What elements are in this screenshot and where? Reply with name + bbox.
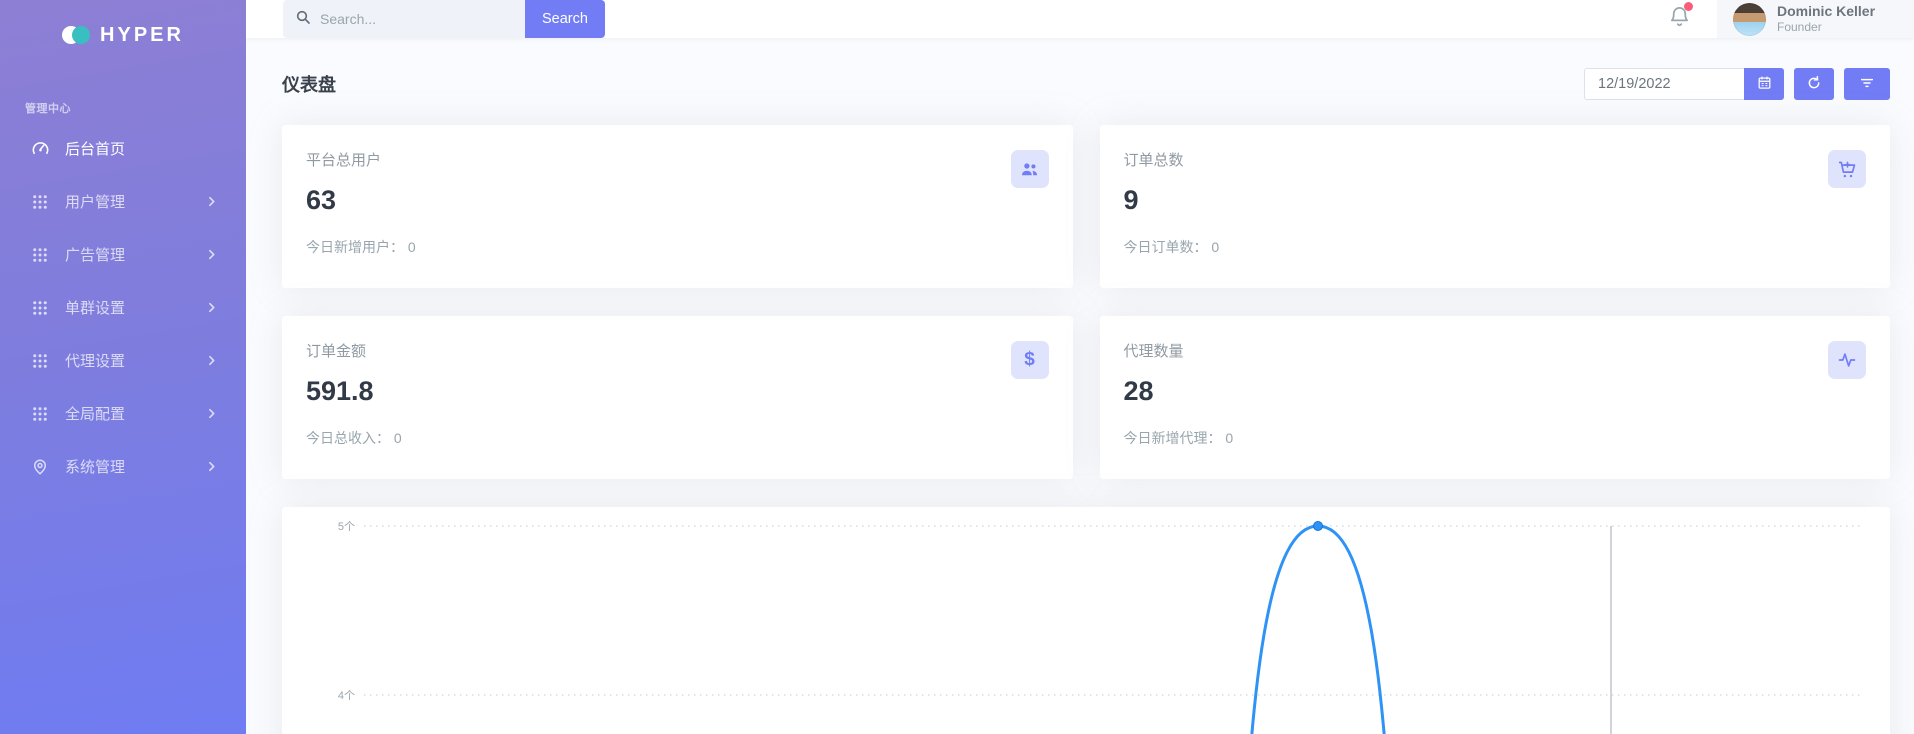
sidebar-item-label: 系统管理 [65,456,205,477]
menu-section-label: 管理中心 [0,70,246,122]
sidebar-item-agent-settings[interactable]: 代理设置 [0,334,246,387]
stat-footer-value: 0 [1211,239,1219,255]
stat-label: 订单总数 [1124,149,1867,170]
topbar-right: Dominic Keller Founder [1668,0,1914,38]
sidebar-item-label: 单群设置 [65,297,205,318]
filter-button[interactable] [1844,68,1890,100]
user-name: Dominic Keller [1777,3,1875,20]
sidebar-menu: 后台首页 用户管理 [0,122,246,493]
app-logo[interactable]: HYPER [0,0,246,70]
stat-footer-label: 今日新增代理： [1124,430,1222,446]
dots-grid-icon [31,245,51,265]
stat-card-agent-count: 代理数量 28 今日新增代理： 0 [1100,316,1891,479]
stat-footer-value: 0 [394,430,402,446]
sidebar-item-label: 后台首页 [65,138,218,159]
search-button[interactable]: Search [525,0,605,38]
search-icon [295,9,311,30]
stat-footer-label: 今日新增用户： [306,239,404,255]
stat-card-total-orders: 订单总数 9 今日订单数： 0 [1100,125,1891,288]
notification-dot [1684,2,1693,11]
stat-value: 9 [1124,185,1867,216]
stat-footer: 今日新增用户： 0 [306,237,1049,257]
line-chart: 5个 4个 [282,507,1890,734]
sidebar-item-dashboard[interactable]: 后台首页 [0,122,246,175]
dots-grid-icon [31,298,51,318]
calendar-button[interactable] [1744,68,1784,100]
stat-value: 28 [1124,376,1867,407]
peak-marker [1314,522,1323,531]
dollar-icon: $ [1011,341,1049,379]
search-group: Search [283,0,605,38]
calendar-icon [1757,75,1772,93]
stat-label: 平台总用户 [306,149,1049,170]
date-picker-group [1584,68,1784,100]
main-column: Search Dominic Keller Founder [246,0,1914,734]
users-icon [1011,150,1049,188]
search-input[interactable] [320,11,513,27]
chevron-right-icon [205,301,218,314]
stat-footer-value: 0 [1225,430,1233,446]
activity-icon [1828,341,1866,379]
dots-grid-icon [31,192,51,212]
stat-card-total-users: 平台总用户 63 今日新增用户： 0 [282,125,1073,288]
logo-text: HYPER [100,24,184,47]
logo-circles-icon [62,25,92,45]
date-input[interactable] [1584,68,1744,100]
sidebar-item-ads[interactable]: 广告管理 [0,228,246,281]
sidebar-item-label: 广告管理 [65,244,205,265]
gauge-icon [31,139,51,159]
stat-cards: 平台总用户 63 今日新增用户： 0 订单总数 9 [282,125,1890,479]
y-tick-4: 4个 [338,689,355,702]
filter-icon [1859,75,1875,94]
page-header: 仪表盘 [282,68,1890,100]
page-header-controls [1584,68,1890,100]
stat-footer: 今日总收入： 0 [306,428,1049,448]
sidebar-item-global-config[interactable]: 全局配置 [0,387,246,440]
refresh-button[interactable] [1794,68,1834,100]
page-title: 仪表盘 [282,71,336,97]
notification-bell-icon[interactable] [1668,5,1691,33]
page-content: 仪表盘 [246,38,1914,734]
topbar: Search Dominic Keller Founder [246,0,1914,38]
user-profile[interactable]: Dominic Keller Founder [1717,0,1914,38]
chevron-right-icon [205,460,218,473]
chevron-right-icon [205,407,218,420]
avatar [1733,3,1766,36]
stat-card-order-amount: 订单金额 591.8 今日总收入： 0 $ [282,316,1073,479]
sidebar-item-system[interactable]: 系统管理 [0,440,246,493]
chevron-right-icon [205,248,218,261]
sidebar: HYPER 管理中心 后台首页 [0,0,246,734]
sidebar-item-group-settings[interactable]: 单群设置 [0,281,246,334]
sidebar-item-label: 用户管理 [65,191,205,212]
map-pin-icon [31,457,51,477]
chevron-right-icon [205,354,218,367]
refresh-icon [1806,75,1822,94]
sidebar-item-users[interactable]: 用户管理 [0,175,246,228]
line-chart-card: 5个 4个 [282,507,1890,734]
series-line [1240,526,1396,734]
stat-footer-value: 0 [408,239,416,255]
y-tick-5: 5个 [338,520,355,533]
stat-footer-label: 今日总收入： [306,430,390,446]
stat-label: 订单金额 [306,340,1049,361]
app-root: HYPER 管理中心 后台首页 [0,0,1914,734]
sidebar-item-label: 代理设置 [65,350,205,371]
stat-label: 代理数量 [1124,340,1867,361]
dots-grid-icon [31,351,51,371]
stat-footer: 今日订单数： 0 [1124,237,1867,257]
stat-footer: 今日新增代理： 0 [1124,428,1867,448]
sidebar-item-label: 全局配置 [65,403,205,424]
dots-grid-icon [31,404,51,424]
cart-icon [1828,150,1866,188]
user-role: Founder [1777,20,1875,35]
search-box [283,0,525,38]
chevron-right-icon [205,195,218,208]
stat-value: 591.8 [306,376,1049,407]
stat-footer-label: 今日订单数： [1124,239,1208,255]
stat-value: 63 [306,185,1049,216]
